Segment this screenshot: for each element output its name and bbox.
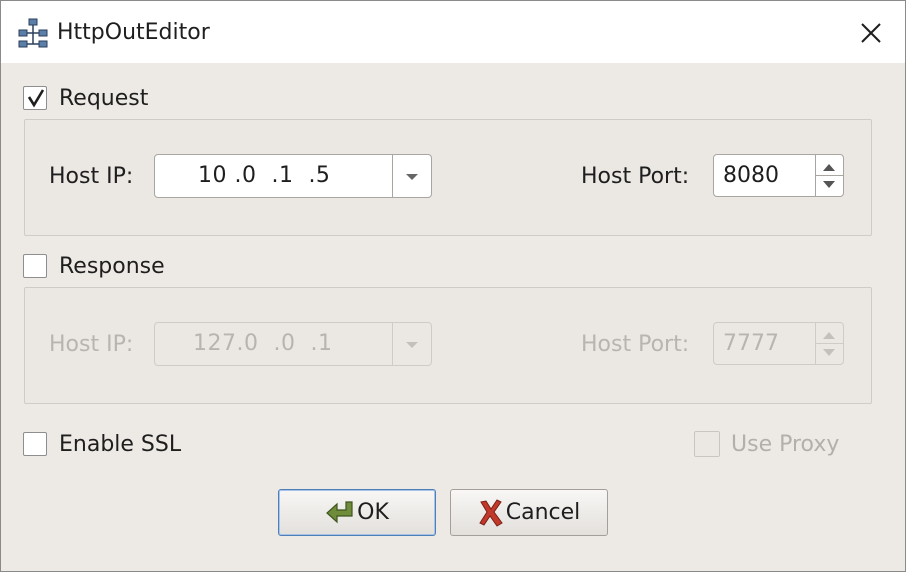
response-checkbox[interactable]	[23, 254, 47, 278]
spin-up-icon	[823, 332, 835, 339]
response-host-port-spinner: 7777	[713, 322, 844, 365]
request-label: Request	[59, 85, 149, 111]
window-title: HttpOutEditor	[57, 20, 210, 45]
close-icon[interactable]	[857, 19, 885, 47]
enable-ssl-checkbox[interactable]	[23, 432, 47, 456]
request-checkbox-row[interactable]: Request	[23, 83, 148, 113]
request-panel: Host IP: 10 .0 .1 .5 Host Port: 8080	[24, 119, 872, 236]
combo-separator	[392, 155, 393, 197]
request-host-ip-combo[interactable]: 10 .0 .1 .5	[154, 154, 432, 198]
spin-up-icon[interactable]	[822, 162, 836, 172]
enable-ssl-label: Enable SSL	[59, 431, 182, 457]
ok-button[interactable]: OK	[278, 489, 436, 536]
title-bar: HttpOutEditor	[1, 1, 905, 63]
combo-separator	[392, 323, 393, 365]
chevron-down-icon	[406, 342, 418, 348]
request-host-ip-value[interactable]: 10 .0 .1 .5	[198, 163, 330, 188]
response-host-ip-value: 127.0 .0 .1	[193, 331, 333, 356]
request-host-port-label: Host Port:	[581, 164, 690, 189]
chevron-down-icon[interactable]	[404, 172, 420, 182]
spinner-divider	[815, 343, 843, 344]
response-label: Response	[59, 253, 165, 279]
response-checkbox-row[interactable]: Response	[23, 251, 165, 281]
response-panel: Host IP: 127.0 .0 .1 Host Port: 7777	[24, 287, 872, 404]
response-host-port-label: Host Port:	[581, 332, 690, 357]
cancel-button-label: Cancel	[505, 500, 581, 525]
http-out-editor-dialog: HttpOutEditor Request Host IP: 10 .0 .1 …	[0, 0, 906, 572]
request-host-ip-label: Host IP:	[49, 164, 134, 189]
use-proxy-checkbox	[694, 431, 720, 457]
ok-button-label: OK	[357, 500, 389, 525]
spinner-divider	[815, 175, 843, 176]
spin-down-icon	[823, 349, 835, 356]
enable-ssl-row[interactable]: Enable SSL	[23, 429, 181, 459]
cancel-x-icon	[479, 498, 503, 527]
response-host-ip-label: Host IP:	[49, 332, 134, 357]
network-nodes-icon	[18, 18, 48, 48]
response-host-ip-combo: 127.0 .0 .1	[154, 322, 432, 366]
request-host-port-spinner[interactable]: 8080	[713, 154, 844, 197]
ok-arrow-icon	[326, 500, 353, 523]
checkmark-icon	[27, 89, 45, 108]
use-proxy-label: Use Proxy	[731, 431, 840, 457]
response-host-port-value: 7777	[723, 331, 779, 356]
use-proxy-row: Use Proxy	[694, 429, 839, 459]
request-host-port-value[interactable]: 8080	[723, 163, 779, 188]
cancel-button[interactable]: Cancel	[450, 489, 608, 536]
spin-down-icon[interactable]	[822, 180, 836, 190]
request-checkbox[interactable]	[23, 86, 47, 110]
